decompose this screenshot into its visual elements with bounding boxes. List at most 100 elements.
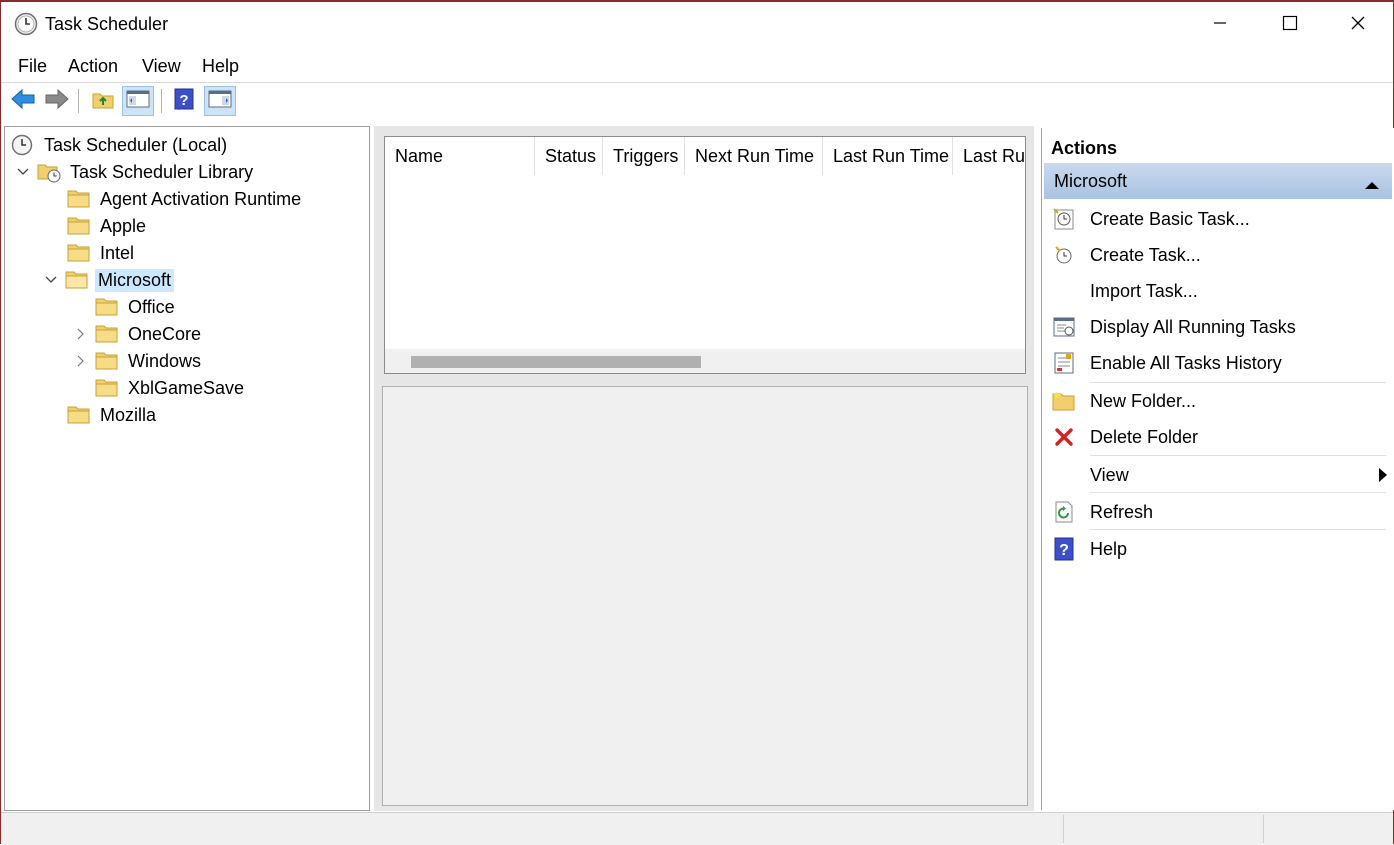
collapse-arrow-icon[interactable] xyxy=(1364,177,1380,195)
folder-icon xyxy=(95,323,119,345)
action-label: Enable All Tasks History xyxy=(1090,353,1282,373)
separator xyxy=(1090,529,1386,530)
tree-item-intel[interactable]: Intel xyxy=(67,240,137,266)
action-label: Import Task... xyxy=(1090,281,1198,301)
menu-view[interactable]: View xyxy=(142,56,181,77)
horizontal-scrollbar[interactable] xyxy=(385,349,1025,373)
delete-icon xyxy=(1052,425,1076,449)
menu-file[interactable]: File xyxy=(18,56,47,77)
task-detail-pane xyxy=(382,386,1028,806)
action-label: Create Basic Task... xyxy=(1090,209,1250,229)
action-label: Display All Running Tasks xyxy=(1090,317,1296,337)
tree-item-label: Agent Activation Runtime xyxy=(100,188,302,209)
action-import-task[interactable]: Import Task... xyxy=(1044,273,1384,309)
back-arrow-icon xyxy=(10,88,36,115)
action-create-task[interactable]: Create Task... xyxy=(1044,237,1384,273)
chevron-right-icon[interactable] xyxy=(73,353,89,369)
action-label: Refresh xyxy=(1090,502,1154,522)
refresh-icon xyxy=(1052,500,1076,524)
back-button[interactable] xyxy=(7,86,39,116)
action-help[interactable]: ? Help xyxy=(1044,531,1384,567)
create-task-icon xyxy=(1052,243,1076,267)
status-bar xyxy=(1,812,1393,845)
column-header-triggers[interactable]: Triggers xyxy=(603,137,685,175)
window-title: Task Scheduler xyxy=(45,14,169,34)
minimize-button[interactable] xyxy=(1185,2,1255,48)
chevron-down-icon[interactable] xyxy=(43,272,59,288)
tree-item-mozilla[interactable]: Mozilla xyxy=(67,402,159,428)
tree-item-library[interactable]: Task Scheduler Library xyxy=(15,159,256,185)
column-header-status[interactable]: Status xyxy=(535,137,603,175)
actions-pane: Actions Microsoft Create Basic Task... C… xyxy=(1041,128,1394,810)
section-label: Microsoft xyxy=(1054,170,1128,191)
action-display-all-running-tasks[interactable]: Display All Running Tasks xyxy=(1044,309,1384,345)
tree-item-onecore[interactable]: OneCore xyxy=(73,321,204,347)
tree-item-label: Microsoft xyxy=(95,268,175,292)
actions-title: Actions xyxy=(1051,138,1118,158)
tree-item-label: Apple xyxy=(100,215,147,236)
folder-icon xyxy=(95,377,119,399)
tree-item-microsoft[interactable]: Microsoft xyxy=(43,267,175,293)
action-view[interactable]: View xyxy=(1044,457,1387,493)
folder-icon xyxy=(95,296,119,318)
tree-item-label: Mozilla xyxy=(100,404,157,425)
show-hide-console-tree-button[interactable] xyxy=(122,86,154,116)
tree-item-label: OneCore xyxy=(128,323,202,344)
tree-item-root[interactable]: Task Scheduler (Local) xyxy=(11,132,230,158)
help-icon: ? xyxy=(174,88,194,115)
task-scheduler-window: Task Scheduler File Action View Help ? T… xyxy=(0,0,1394,845)
action-create-basic-task[interactable]: Create Basic Task... xyxy=(1044,201,1384,237)
chevron-right-icon[interactable] xyxy=(73,326,89,342)
toolbar-separator xyxy=(78,89,79,113)
maximize-icon xyxy=(1282,15,1298,36)
tree-item-windows[interactable]: Windows xyxy=(73,348,204,374)
tree-item-xblgamesave[interactable]: XblGameSave xyxy=(95,375,247,401)
action-label: New Folder... xyxy=(1090,391,1197,411)
action-label: View xyxy=(1090,465,1129,485)
task-list[interactable]: Name Status Triggers Next Run Time Last … xyxy=(384,136,1026,374)
create-basic-task-icon xyxy=(1052,207,1076,231)
action-label: Create Task... xyxy=(1090,245,1201,265)
running-tasks-icon xyxy=(1052,315,1076,339)
show-hide-action-pane-button[interactable] xyxy=(204,86,236,116)
console-tree: Task Scheduler (Local) Task Scheduler Li… xyxy=(4,126,370,811)
action-enable-all-tasks-history[interactable]: Enable All Tasks History xyxy=(1044,345,1384,381)
menu-help[interactable]: Help xyxy=(202,56,239,77)
column-header-next-run-time[interactable]: Next Run Time xyxy=(685,137,823,175)
forward-arrow-icon xyxy=(44,88,70,115)
tree-item-office[interactable]: Office xyxy=(95,294,178,320)
tree-item-agent-activation-runtime[interactable]: Agent Activation Runtime xyxy=(67,186,304,212)
close-button[interactable] xyxy=(1323,2,1393,48)
separator xyxy=(1090,455,1386,456)
status-divider xyxy=(1263,815,1264,843)
up-one-level-button[interactable] xyxy=(87,86,119,116)
svg-text:?: ? xyxy=(1059,542,1069,559)
column-header-name[interactable]: Name xyxy=(385,137,535,175)
tree-item-label: Intel xyxy=(100,242,135,263)
chevron-down-icon[interactable] xyxy=(15,164,31,180)
action-delete-folder[interactable]: Delete Folder xyxy=(1044,419,1384,455)
tree-item-label: Office xyxy=(128,296,175,317)
history-icon xyxy=(1052,351,1076,375)
tree-item-apple[interactable]: Apple xyxy=(67,213,149,239)
tree-item-label: Windows xyxy=(128,350,202,371)
status-divider xyxy=(1063,815,1064,843)
menu-action[interactable]: Action xyxy=(68,56,118,77)
show-hide-action-pane-icon xyxy=(208,89,232,114)
column-header-last-run-result[interactable]: Last Run Result xyxy=(953,137,1025,175)
actions-section-header[interactable]: Microsoft xyxy=(1044,163,1392,199)
action-label: Help xyxy=(1090,539,1128,559)
action-new-folder[interactable]: New Folder... xyxy=(1044,383,1384,419)
action-refresh[interactable]: Refresh xyxy=(1044,494,1384,530)
maximize-button[interactable] xyxy=(1255,2,1325,48)
forward-button[interactable] xyxy=(41,86,73,116)
column-header-last-run-time[interactable]: Last Run Time xyxy=(823,137,953,175)
help-button[interactable]: ? xyxy=(168,86,200,116)
new-folder-icon xyxy=(1052,389,1076,413)
scrollbar-thumb[interactable] xyxy=(411,356,701,368)
show-hide-tree-icon xyxy=(126,89,150,114)
tree-item-label: XblGameSave xyxy=(128,377,245,398)
clock-icon xyxy=(11,134,35,156)
tree-item-label: Task Scheduler (Local) xyxy=(44,134,228,155)
action-label: Delete Folder xyxy=(1090,427,1199,447)
